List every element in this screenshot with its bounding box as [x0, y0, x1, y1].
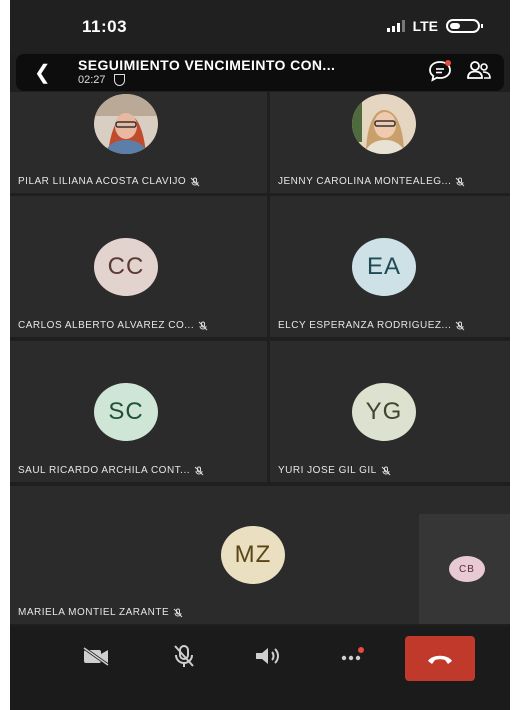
mic-off-icon — [174, 645, 194, 667]
end-call-button[interactable] — [405, 636, 475, 681]
participant-tile[interactable]: EA ELCY ESPERANZA RODRIGUEZ... — [270, 196, 510, 337]
participant-name: MARIELA MONTIEL ZARANTE — [18, 607, 183, 618]
more-icon — [341, 647, 364, 661]
participant-tile[interactable]: SC SAUL RICARDO ARCHILA CONT... — [10, 341, 267, 482]
self-view-tile[interactable]: CB — [419, 514, 510, 624]
participant-tile[interactable]: JENNY CAROLINA MONTEALEG... — [270, 92, 510, 193]
more-options-button[interactable] — [332, 636, 372, 676]
participant-tile[interactable]: PILAR LILIANA ACOSTA CLAVIJO — [10, 92, 267, 193]
participant-name: YURI JOSE GIL GIL — [278, 465, 391, 476]
hang-up-icon — [428, 655, 452, 664]
status-time: 11:03 — [82, 17, 128, 36]
network-label: LTE — [412, 18, 438, 34]
mic-off-icon — [455, 177, 465, 187]
mic-off-icon — [194, 466, 204, 476]
participant-name: PILAR LILIANA ACOSTA CLAVIJO — [18, 176, 200, 187]
participant-avatar: EA — [352, 238, 416, 296]
meeting-title: SEGUIMIENTO VENCIMEINTO CON... — [78, 57, 336, 73]
participant-name: JENNY CAROLINA MONTEALEG... — [278, 176, 465, 187]
battery-icon — [446, 19, 483, 33]
speaker-button[interactable] — [248, 636, 288, 676]
status-bar: 11:03 LTE — [10, 0, 510, 52]
shield-icon — [113, 74, 125, 86]
camera-off-button[interactable] — [76, 636, 116, 676]
participant-name: CARLOS ALBERTO ALVAREZ CO... — [18, 320, 208, 331]
speaker-icon — [256, 648, 279, 664]
participant-name: ELCY ESPERANZA RODRIGUEZ... — [278, 320, 465, 331]
participant-tile[interactable]: YG YURI JOSE GIL GIL — [270, 341, 510, 482]
camera-off-icon — [83, 646, 109, 667]
self-avatar: CB — [449, 556, 485, 582]
mute-button[interactable] — [164, 636, 204, 676]
signal-icon — [386, 20, 405, 32]
mic-off-icon — [173, 608, 183, 618]
participant-photo — [352, 94, 416, 154]
mic-off-icon — [190, 177, 200, 187]
participants-icon[interactable] — [466, 60, 492, 87]
call-header: ❮ SEGUIMIENTO VENCIMEINTO CON... 02:27 — [16, 54, 504, 91]
participant-avatar: YG — [352, 383, 416, 441]
mic-off-icon — [381, 466, 391, 476]
call-duration: 02:27 — [78, 74, 106, 86]
participant-tile[interactable]: CC CARLOS ALBERTO ALVAREZ CO... — [10, 196, 267, 337]
mic-off-icon — [198, 321, 208, 331]
mic-off-icon — [455, 321, 465, 331]
bottom-bar — [10, 688, 510, 710]
participant-avatar: MZ — [221, 526, 285, 584]
back-arrow-icon[interactable]: ❮ — [34, 60, 51, 85]
participant-name: SAUL RICARDO ARCHILA CONT... — [18, 465, 204, 476]
participant-photo — [94, 94, 158, 154]
phone-screen: 11:03 LTE ❮ SEGUIMIENTO VENCIMEINTO CON.… — [10, 0, 510, 710]
participant-avatar: SC — [94, 383, 158, 441]
chat-icon[interactable] — [428, 60, 452, 87]
participant-avatar: CC — [94, 238, 158, 296]
